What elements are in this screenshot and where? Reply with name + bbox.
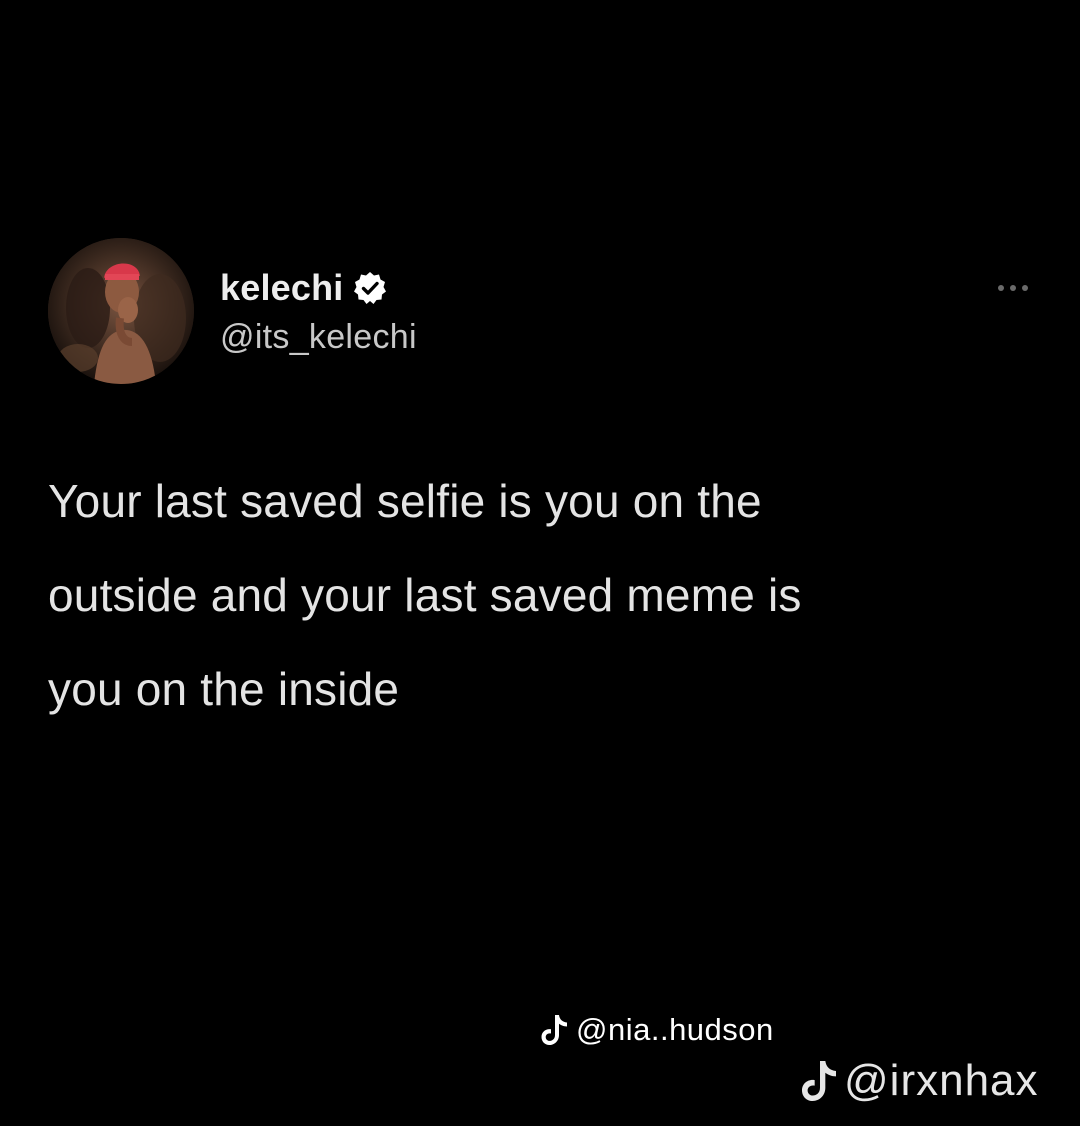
display-name[interactable]: kelechi (220, 267, 343, 309)
tiktok-icon (800, 1058, 840, 1104)
tiktok-watermark: @nia..hudson (540, 1012, 774, 1048)
ellipsis-dot-icon (1010, 285, 1016, 291)
avatar[interactable] (48, 238, 194, 384)
tiktok-icon (540, 1013, 570, 1047)
ellipsis-dot-icon (1022, 285, 1028, 291)
tweet-text-line: Your last saved selfie is you on the (48, 475, 762, 527)
tweet-author: kelechi @its_kelechi (220, 266, 417, 357)
name-row: kelechi (220, 266, 417, 310)
screenshot-canvas: kelechi @its_kelechi Your last saved sel… (0, 0, 1080, 1126)
watermark-username: @irxnhax (844, 1056, 1039, 1105)
tweet-text-line: you on the inside (48, 663, 400, 715)
tweet-text-line: outside and your last saved meme is (48, 569, 802, 621)
tweet-text: Your last saved selfie is you on the out… (48, 454, 1038, 736)
profile-photo-icon (48, 238, 194, 384)
more-options-button[interactable] (988, 278, 1038, 298)
watermark-username: @nia..hudson (576, 1012, 774, 1047)
tiktok-watermark-secondary: @irxnhax (800, 1046, 1070, 1116)
verified-badge-icon (353, 271, 387, 305)
ellipsis-dot-icon (998, 285, 1004, 291)
handle[interactable]: @its_kelechi (220, 318, 417, 357)
